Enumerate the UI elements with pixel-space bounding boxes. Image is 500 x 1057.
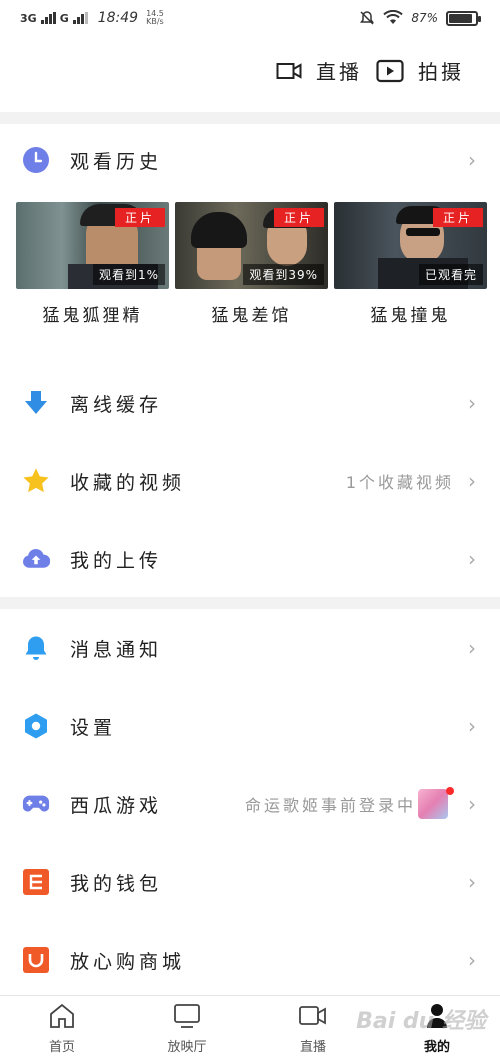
video-title: 猛鬼差馆 (211, 306, 292, 326)
favorites-count: 1个收藏视频 (345, 473, 454, 492)
tab-live-label: 直播 (299, 1040, 326, 1055)
my-wallet-label: 我的钱包 (70, 872, 163, 895)
gamepad-icon (22, 790, 50, 818)
history-item-3[interactable]: 正片 已观看完 猛鬼撞鬼 (334, 202, 487, 326)
chevron-right-icon: › (468, 714, 476, 738)
wallet-icon (22, 868, 50, 896)
tv-icon (142, 1002, 232, 1030)
bell-icon (22, 634, 50, 662)
chevron-right-icon: › (468, 636, 476, 660)
chevron-right-icon: › (468, 792, 476, 816)
favorites-label: 收藏的视频 (70, 471, 186, 494)
live-button[interactable]: 直播 (276, 56, 362, 85)
offline-cache-row[interactable]: 离线缓存 › (0, 371, 500, 435)
settings-label: 设置 (70, 716, 117, 739)
my-uploads-row[interactable]: 我的上传 › (0, 527, 500, 591)
signal-icon (40, 12, 56, 24)
watermark: Bai du 经验 (356, 1009, 486, 1034)
video-title: 猛鬼狐狸精 (42, 306, 143, 326)
mute-icon (360, 11, 375, 25)
shop-label: 放心购商城 (70, 950, 186, 973)
video-thumbnail: 正片 已观看完 (334, 202, 487, 289)
favorites-row[interactable]: 收藏的视频 1个收藏视频 › (0, 449, 500, 513)
section-divider (0, 112, 500, 124)
video-title: 猛鬼撞鬼 (370, 306, 451, 326)
xigua-games-label: 西瓜游戏 (70, 794, 163, 817)
battery-icon (446, 10, 481, 26)
live-label: 直播 (316, 60, 362, 84)
feature-tag: 正片 (114, 208, 165, 227)
shoot-label: 拍摄 (418, 60, 464, 84)
shopping-bag-icon (22, 946, 50, 974)
clock: 18:49 (97, 10, 139, 26)
watch-progress: 已观看完 (418, 264, 483, 285)
tab-theater-label: 放映厅 (167, 1040, 207, 1055)
status-bar: 3G G 18:49 14.5 KB/s 87% (0, 0, 500, 38)
video-camera-icon (276, 62, 302, 79)
network-type: 3G (20, 11, 37, 25)
bottom-tab-bar: 首页 放映厅 直播 我的 Bai du 经验 (0, 995, 500, 1057)
notifications-label: 消息通知 (70, 638, 163, 661)
download-icon (22, 389, 50, 417)
chevron-right-icon: › (468, 547, 476, 571)
chevron-right-icon: › (468, 148, 476, 172)
watch-progress: 观看到1% (92, 264, 165, 285)
chevron-right-icon: › (468, 469, 476, 493)
history-item-2[interactable]: 正片 观看到39% 猛鬼差馆 (175, 202, 328, 326)
history-item-1[interactable]: 正片 观看到1% 猛鬼狐狸精 (16, 202, 169, 326)
xigua-games-row[interactable]: 西瓜游戏 命运歌姬事前登录中 › (0, 772, 500, 836)
network-type-2: G (59, 11, 69, 25)
star-icon (22, 467, 50, 495)
clock-icon (22, 146, 50, 174)
section-divider (0, 597, 500, 609)
shop-row[interactable]: 放心购商城 › (0, 928, 500, 992)
video-thumbnail: 正片 观看到1% (16, 202, 169, 289)
watch-history-label: 观看历史 (70, 150, 163, 173)
game-promo-text: 命运歌姬事前登录中 (244, 796, 416, 815)
tab-live[interactable]: 直播 (268, 1002, 358, 1055)
settings-icon (22, 712, 50, 740)
tab-me-label: 我的 (423, 1040, 450, 1055)
my-uploads-label: 我的上传 (70, 549, 163, 572)
notifications-row[interactable]: 消息通知 › (0, 616, 500, 680)
battery-level (449, 13, 472, 23)
tab-home[interactable]: 首页 (17, 1002, 107, 1055)
history-list: 正片 观看到1% 猛鬼狐狸精 正片 观看到39% 猛鬼差馆 正片 已观看完 猛鬼… (16, 202, 488, 332)
my-wallet-row[interactable]: 我的钱包 › (0, 850, 500, 914)
signal-icon-2 (72, 12, 88, 24)
play-icon (376, 59, 404, 82)
watch-progress: 观看到39% (243, 264, 324, 285)
settings-row[interactable]: 设置 › (0, 694, 500, 758)
home-icon (17, 1002, 107, 1030)
chevron-right-icon: › (468, 391, 476, 415)
shoot-button[interactable]: 拍摄 (376, 56, 464, 85)
video-thumbnail: 正片 观看到39% (175, 202, 328, 289)
net-speed: 14.5 KB/s (146, 9, 164, 26)
chevron-right-icon: › (468, 870, 476, 894)
tab-theater[interactable]: 放映厅 (142, 1002, 232, 1055)
wifi-icon (383, 10, 404, 24)
video-camera-icon (268, 1002, 358, 1030)
watch-history-row[interactable]: 观看历史 › (0, 128, 500, 192)
game-avatar (418, 789, 448, 819)
chevron-right-icon: › (468, 948, 476, 972)
feature-tag: 正片 (432, 208, 483, 227)
battery-percent: 87% (411, 11, 438, 25)
red-dot-badge (446, 787, 454, 795)
offline-cache-label: 离线缓存 (70, 393, 163, 416)
tab-home-label: 首页 (48, 1040, 75, 1055)
top-actions: 直播 拍摄 (276, 56, 464, 85)
cloud-upload-icon (22, 545, 50, 573)
feature-tag: 正片 (273, 208, 324, 227)
